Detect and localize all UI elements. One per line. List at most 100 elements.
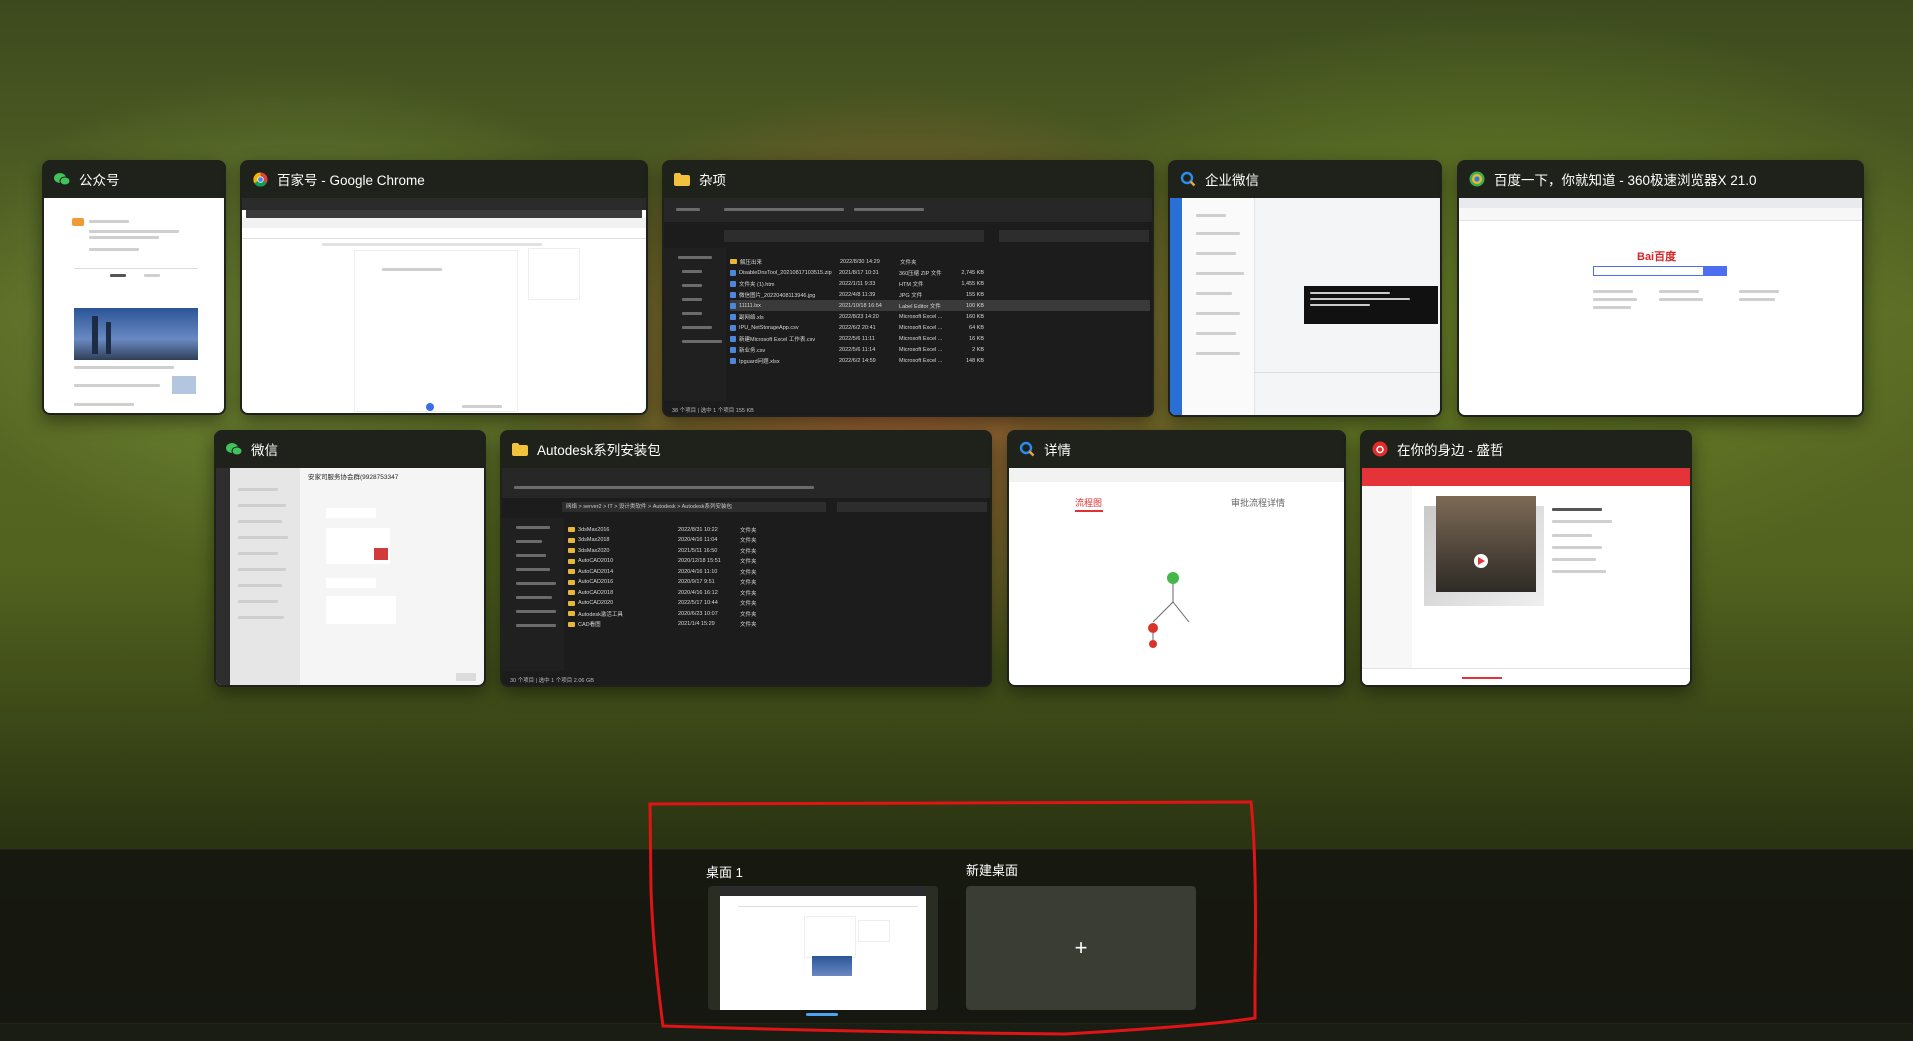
file-date: 2022/8/23 14:20: [839, 313, 879, 320]
window-gongzhonghao[interactable]: 公众号: [42, 160, 226, 415]
file-type: Microsoft Excel ...: [899, 324, 943, 331]
file-name: 文件夹 (1).htm: [739, 281, 775, 288]
file-size: 148 KB: [965, 357, 984, 364]
window-xiangqing[interactable]: 详情 流程图 审批流程详情: [1007, 430, 1346, 687]
desktop-1-thumbnail[interactable]: [708, 886, 938, 1010]
file-type: Microsoft Excel ...: [899, 313, 943, 320]
window-title-bar[interactable]: 公众号: [42, 160, 226, 198]
file-date: 2021/5/11 16:50: [678, 547, 718, 554]
file-date: 2020/9/17 9:51: [678, 579, 715, 585]
window-wecom[interactable]: 企业微信: [1168, 160, 1442, 417]
file-name: 副网络.xls: [739, 314, 764, 321]
file-row[interactable]: Ipguard问题.xlsx 2022/6/2 14:59 Microsoft Ex…: [730, 355, 1150, 366]
window-weixin[interactable]: 微信 安家司服务协会群(9928753347: [214, 430, 486, 687]
file-row[interactable]: AutoCAD2014 2020/4/16 11:10 文件夹: [568, 566, 828, 577]
file-row[interactable]: 3dsMax2016 2022/8/31 10:22 文件夹: [568, 524, 828, 535]
file-row[interactable]: AutoCAD2016 2020/9/17 9:51 文件夹: [568, 577, 828, 588]
window-title: 杂项: [699, 173, 726, 188]
file-name: 11111.lsx: [739, 302, 761, 309]
window-title-bar[interactable]: 百家号 - Google Chrome: [240, 160, 648, 198]
file-icon: [730, 324, 736, 331]
file-row[interactable]: 3dsMax2018 2020/4/16 11:04 文件夹: [568, 535, 828, 546]
file-size: 16 KB: [969, 335, 984, 342]
window-title-bar[interactable]: Autodesk系列安装包: [500, 430, 992, 468]
file-date: 2022/5/6 11:14: [839, 346, 876, 353]
file-name: Autodesk激活工具: [578, 611, 623, 618]
file-name: 3dsMax2018: [578, 537, 610, 543]
360-browser-icon: [1469, 171, 1485, 187]
file-type: 文件夹: [740, 622, 757, 628]
file-row[interactable]: 3dsMax2020 2021/5/11 16:50 文件夹: [568, 545, 828, 556]
file-type: JPG 文件: [899, 292, 923, 299]
window-title: 在你的身边 - 盛哲: [1397, 443, 1504, 458]
window-baijiahao-chrome[interactable]: 百家号 - Google Chrome: [240, 160, 648, 415]
file-row[interactable]: 微信图片_20220408113946.jpg 2022/4/8 11:39 JPG…: [730, 289, 1150, 300]
window-360-browser[interactable]: 百度一下，你就知道 - 360极速浏览器X 21.0 Bai百度: [1457, 160, 1864, 417]
file-row[interactable]: 副网络.xls 2022/8/23 14:20 Microsoft Excel ..…: [730, 311, 1150, 322]
folder-icon: [674, 171, 690, 187]
baidu-logo: Bai百度: [1637, 251, 1677, 263]
file-row[interactable]: AutoCAD2010 2020/12/18 15:51 文件夹: [568, 556, 828, 567]
file-size: 64 KB: [969, 324, 984, 331]
current-desktop-indicator: [806, 1013, 838, 1016]
file-row[interactable]: 文件夹 (1).htm 2022/1/11 9:33 HTM 文件 1,455 KB: [730, 278, 1150, 289]
file-type: 文件夹: [740, 527, 757, 534]
window-zaxiang-explorer[interactable]: 杂项 解压出来 2022/8/30 14:29 文件夹 DisableDnsTool_…: [662, 160, 1154, 417]
file-row[interactable]: CAD看图 2021/1/4 15:29 文件夹: [568, 619, 828, 630]
file-row[interactable]: IPU_NetStorageApp.csv 2022/6/2 20:41 Micro…: [730, 322, 1150, 333]
file-type: Microsoft Excel ...: [899, 357, 943, 364]
window-title-bar[interactable]: 微信: [214, 430, 486, 468]
window-autodesk-explorer[interactable]: Autodesk系列安装包 网络 > server2 > IT > 设计类软件 …: [500, 430, 992, 687]
folder-icon: [568, 579, 575, 585]
address-bar: 网络 > server2 > IT > 设计类软件 > Autodesk > A…: [562, 502, 826, 512]
window-title-bar[interactable]: 在你的身边 - 盛哲: [1360, 430, 1692, 468]
file-type: 文件夹: [900, 259, 917, 266]
file-row[interactable]: 新建Microsoft Excel 工作表.csv 2022/5/6 11:11 M…: [730, 333, 1150, 344]
window-title-bar[interactable]: 企业微信: [1168, 160, 1442, 198]
window-title: 微信: [251, 443, 278, 458]
file-icon: [730, 302, 736, 309]
file-type: 文件夹: [740, 590, 757, 597]
window-netease-music[interactable]: 在你的身边 - 盛哲: [1360, 430, 1692, 687]
window-title: Autodesk系列安装包: [537, 443, 661, 458]
file-date: 2021/10/18 16:54: [839, 302, 882, 309]
file-date: 2022/1/11 9:33: [839, 280, 876, 287]
file-row[interactable]: 11111.lsx 2021/10/18 16:54 Label Editor 文件…: [730, 300, 1150, 311]
window-title-bar[interactable]: 杂项: [662, 160, 1154, 198]
file-row[interactable]: DisableDnsTool_20210817103515.zip 2021/8/…: [730, 267, 1150, 278]
window-title: 企业微信: [1205, 173, 1259, 188]
folder-icon: [512, 441, 528, 457]
file-row[interactable]: AutoCAD2018 2020/4/16 16:12 文件夹: [568, 587, 828, 598]
window-preview: 安家司服务协会群(9928753347: [216, 468, 484, 685]
window-title-bar[interactable]: 详情: [1007, 430, 1346, 468]
file-icon: [730, 335, 736, 342]
window-title: 百家号 - Google Chrome: [277, 173, 425, 188]
tab-flowchart[interactable]: 流程图: [1075, 496, 1102, 509]
file-date: 2021/1/4 15:29: [678, 621, 715, 627]
file-name: 新建Microsoft Excel 工作表.csv: [739, 336, 816, 343]
file-size: 1,455 KB: [961, 280, 984, 287]
file-row[interactable]: AutoCAD2020 2022/5/17 10:44 文件夹: [568, 598, 828, 609]
new-desktop-button[interactable]: +: [966, 886, 1196, 1010]
file-date: 2020/4/16 11:10: [678, 568, 718, 575]
window-preview: [1362, 468, 1690, 685]
file-row[interactable]: Autodesk激活工具 2020/6/23 10:07 文件夹: [568, 608, 828, 619]
file-row[interactable]: 新业务.csv 2022/5/6 11:14 Microsoft Excel ...…: [730, 344, 1150, 355]
chrome-icon: [252, 171, 268, 187]
folder-icon: [568, 621, 575, 627]
file-row[interactable]: 解压出来 2022/8/30 14:29 文件夹: [730, 256, 1150, 267]
window-title-bar[interactable]: 百度一下，你就知道 - 360极速浏览器X 21.0: [1457, 160, 1864, 198]
folder-icon: [568, 611, 575, 616]
wechat-icon: [226, 441, 242, 457]
status-bar: 38 个项目 | 选中 1 个项目 155 KB: [672, 408, 754, 414]
window-preview: [242, 198, 646, 413]
file-icon: [730, 280, 736, 287]
file-type: 文件夹: [740, 548, 757, 555]
desktop-1-label: 桌面 1: [706, 865, 743, 880]
tab-approval-detail[interactable]: 审批流程详情: [1231, 496, 1285, 509]
folder-icon: [568, 590, 575, 595]
file-size: 160 KB: [965, 313, 984, 320]
file-name: 新业务.csv: [739, 347, 766, 354]
file-name: DisableDnsTool_20210817103515.zip: [739, 269, 832, 276]
file-type: Microsoft Excel ...: [899, 346, 943, 353]
